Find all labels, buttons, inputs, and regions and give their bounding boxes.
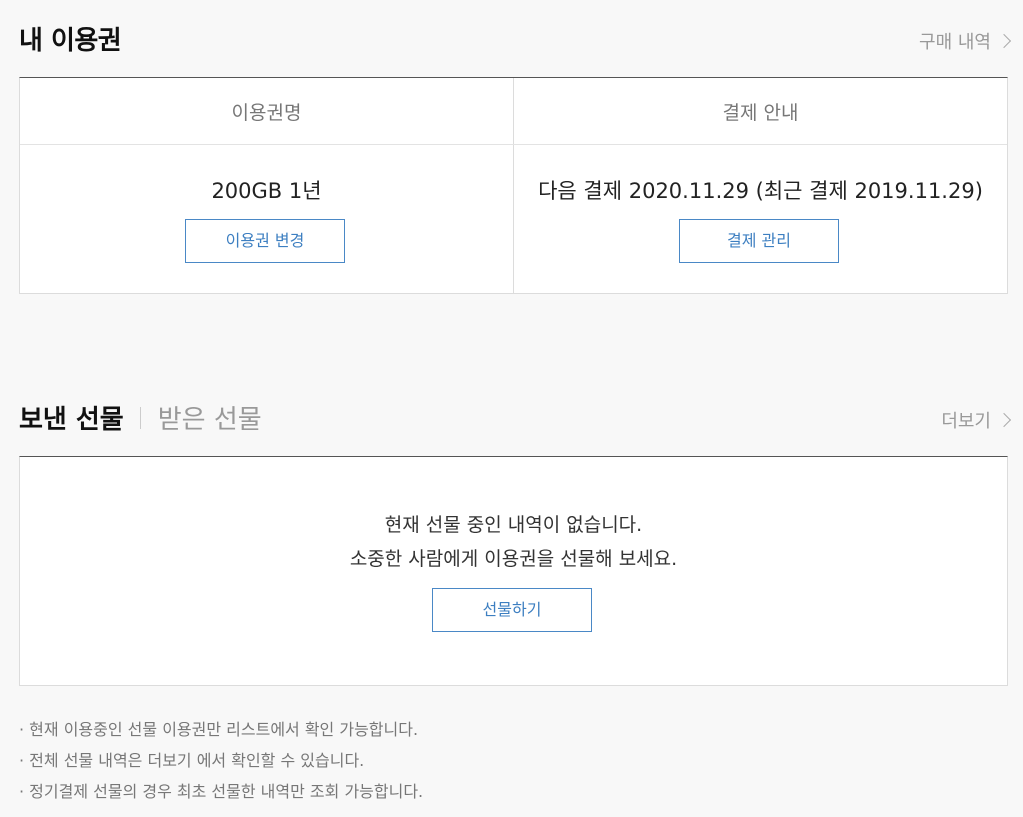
subscription-header: 내 이용권 구매 내역: [19, 20, 1012, 56]
gift-tabs: 보낸 선물 받은 선물: [19, 399, 1009, 436]
tab-sent-gifts[interactable]: 보낸 선물: [19, 399, 124, 436]
column-header-plan-name: 이용권명: [231, 102, 302, 124]
chevron-right-icon: [996, 412, 1012, 428]
more-label: 더보기: [941, 411, 991, 432]
purchase-history-link[interactable]: 구매 내역: [919, 28, 1012, 54]
chevron-right-icon: [996, 33, 1012, 49]
change-plan-button[interactable]: 이용권 변경: [185, 219, 345, 263]
column-header-payment: 결제 안내: [722, 102, 799, 124]
empty-message-line-1: 현재 선물 중인 내역이 없습니다.: [384, 514, 643, 536]
note-item: · 현재 이용중인 선물 이용권만 리스트에서 확인 가능합니다.: [19, 720, 419, 739]
tab-separator: [139, 406, 141, 429]
send-gift-button[interactable]: 선물하기: [432, 588, 592, 632]
purchase-history-label: 구매 내역: [919, 32, 991, 53]
empty-message-line-2: 소중한 사람에게 이용권을 선물해 보세요.: [349, 548, 678, 570]
header-row-divider: [20, 144, 1007, 145]
manage-payment-button[interactable]: 결제 관리: [679, 219, 839, 263]
tab-received-gifts[interactable]: 받은 선물: [158, 399, 262, 436]
subscription-table: 이용권명 결제 안내 200GB 1년 다음 결제 2020.11.29 (최근…: [19, 77, 1008, 294]
gifts-empty-box: 현재 선물 중인 내역이 없습니다. 소중한 사람에게 이용권을 선물해 보세요…: [19, 456, 1008, 686]
plan-name-value: 200GB 1년: [211, 179, 322, 203]
more-link[interactable]: 더보기: [941, 407, 1012, 433]
note-item: · 전체 선물 내역은 더보기 에서 확인할 수 있습니다.: [19, 751, 365, 770]
payment-info-value: 다음 결제 2020.11.29 (최근 결제 2019.11.29): [538, 179, 983, 203]
gifts-header: 보낸 선물 받은 선물 더보기: [19, 399, 1012, 436]
empty-message: 현재 선물 중인 내역이 없습니다. 소중한 사람에게 이용권을 선물해 보세요…: [20, 508, 1007, 576]
note-item: · 정기결제 선물의 경우 최초 선물한 내역만 조회 가능합니다.: [19, 782, 424, 801]
subscription-title: 내 이용권: [19, 26, 122, 56]
